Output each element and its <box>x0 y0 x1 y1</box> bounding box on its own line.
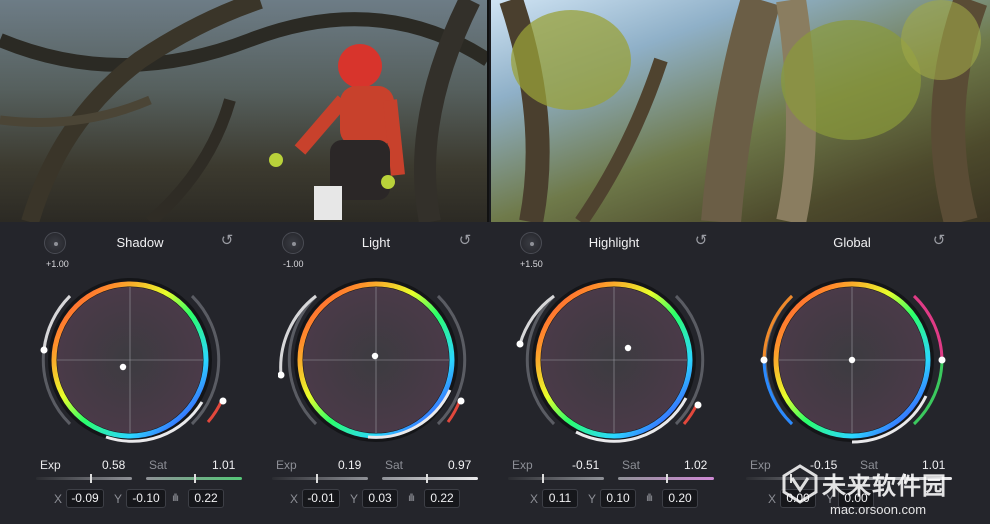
exp-slider[interactable] <box>36 477 132 480</box>
exp-slider-knob[interactable] <box>542 474 544 483</box>
wheel-center-point <box>371 352 379 360</box>
x-field[interactable]: 0.11 <box>542 489 578 508</box>
exp-value[interactable]: 0.58 <box>102 458 125 472</box>
color-wheel[interactable] <box>32 272 228 448</box>
preview-image-after <box>491 0 990 222</box>
x-field[interactable]: -0.09 <box>66 489 104 508</box>
viewer-split <box>0 0 990 222</box>
y-label: Y <box>350 492 359 506</box>
exp-label: Exp <box>750 458 771 472</box>
exp-value[interactable]: 0.19 <box>338 458 361 472</box>
wheel-center-point <box>624 344 632 352</box>
exp-arc-knob <box>40 346 48 354</box>
exp-slider-knob[interactable] <box>316 474 318 483</box>
x-field[interactable]: -0.01 <box>302 489 340 508</box>
sat-slider[interactable] <box>382 477 478 480</box>
dial-value: +1.50 <box>520 259 543 269</box>
sat-arc-fill <box>206 399 224 423</box>
lum-field[interactable]: 0.22 <box>188 489 224 508</box>
watermark-url: mac.orsoon.com <box>830 502 927 517</box>
x-label: X <box>290 492 299 506</box>
sat-slider-knob[interactable] <box>194 474 196 483</box>
luminance-icon: ıllı <box>646 493 653 504</box>
wheel-center-point <box>119 363 127 371</box>
exp-slider[interactable] <box>272 477 368 480</box>
photo-rider-scene <box>0 0 488 222</box>
x-label: X <box>768 492 777 506</box>
exp-label: Exp <box>276 458 297 472</box>
luminance-icon: ıllı <box>408 493 415 504</box>
luminance-icon: ıllı <box>172 493 179 504</box>
exp-slider[interactable] <box>508 477 604 480</box>
sat-slider-knob[interactable] <box>426 474 428 483</box>
sat-value[interactable]: 1.02 <box>684 458 707 472</box>
color-wheel[interactable] <box>278 272 474 448</box>
dial-value: -1.00 <box>283 259 304 269</box>
y-field[interactable]: 0.03 <box>362 489 398 508</box>
wheel-center-point <box>848 356 856 364</box>
sat-slider-knob[interactable] <box>666 474 668 483</box>
wheel-block-light: -1.00 Light ↺ Exp 0.19 Sat 0.97 X -0.01 … <box>258 222 494 524</box>
wheel-block-shadow: +1.00 Shadow ↺ Exp 0.58 Sat 1.01 X -0.09… <box>22 222 258 524</box>
watermark-text: 未来软件园 <box>822 473 947 500</box>
preview-image-before <box>0 0 488 222</box>
wheel-block-highlight: +1.50 Highlight ↺ Exp -0.51 Sat 1.02 X 0… <box>496 222 732 524</box>
sat-value[interactable]: 0.97 <box>448 458 471 472</box>
exp-slider-knob[interactable] <box>90 474 92 483</box>
reset-icon[interactable]: ↺ <box>692 232 710 250</box>
lum-field[interactable]: 0.20 <box>662 489 698 508</box>
exp-label: Exp <box>512 458 533 472</box>
sat-label: Sat <box>385 458 404 472</box>
sat-label: Sat <box>149 458 168 472</box>
sat-value[interactable]: 1.01 <box>212 458 235 472</box>
exp-label: Exp <box>40 458 61 472</box>
sat-label: Sat <box>622 458 641 472</box>
x-label: X <box>54 492 63 506</box>
lum-field[interactable]: 0.22 <box>424 489 460 508</box>
reset-icon[interactable]: ↺ <box>456 232 474 250</box>
y-label: Y <box>114 492 123 506</box>
reset-icon[interactable]: ↺ <box>218 232 236 250</box>
sat-arc-knob <box>219 397 227 405</box>
y-field[interactable]: 0.10 <box>600 489 636 508</box>
color-wheel[interactable] <box>516 272 712 448</box>
x-label: X <box>530 492 539 506</box>
xy-row: X -0.09 Y -0.10 ıllı 0.22 <box>22 489 258 509</box>
photo-tree-scene <box>499 0 988 222</box>
y-field[interactable]: -0.10 <box>126 489 166 508</box>
site-watermark: 未来软件园 mac.orsoon.com <box>780 460 990 524</box>
xy-row: X 0.11 Y 0.10 ıllı 0.20 <box>496 489 732 509</box>
xy-row: X -0.01 Y 0.03 ıllı 0.22 <box>258 489 494 509</box>
exp-value[interactable]: -0.51 <box>572 458 599 472</box>
reset-icon[interactable]: ↺ <box>930 232 948 250</box>
watermark-logo-icon <box>782 464 818 504</box>
color-wheel[interactable] <box>754 272 950 448</box>
dial-value: +1.00 <box>46 259 69 269</box>
split-divider[interactable] <box>487 0 490 222</box>
y-label: Y <box>588 492 597 506</box>
